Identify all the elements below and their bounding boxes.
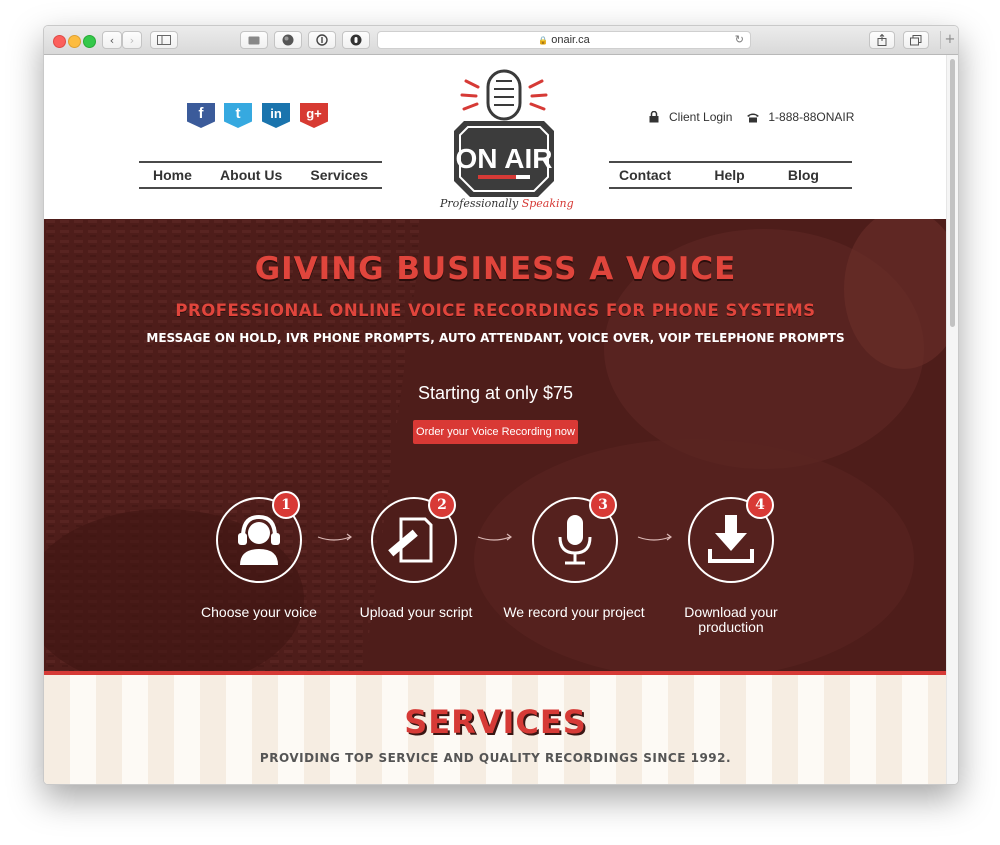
nav-about-us[interactable]: About Us bbox=[220, 167, 282, 183]
reader-extension-button[interactable] bbox=[240, 31, 268, 49]
arrow-icon bbox=[317, 533, 352, 541]
services-title: SERVICES bbox=[404, 703, 587, 741]
sidebar-toggle-button[interactable] bbox=[150, 31, 178, 49]
tabs-icon bbox=[910, 34, 922, 45]
logo-text: ON AIR bbox=[456, 143, 553, 174]
keyboard-icon bbox=[248, 36, 260, 44]
hero-section: GIVING BUSINESS A VOICE PROFESSIONAL ONL… bbox=[44, 219, 947, 672]
nav-left: Home About Us Services bbox=[139, 161, 382, 189]
nav-home[interactable]: Home bbox=[153, 167, 192, 183]
services-tagline: PROVIDING TOP SERVICE AND QUALITY RECORD… bbox=[259, 751, 732, 765]
forward-button[interactable]: › bbox=[122, 31, 142, 49]
price-text: Starting at only $75 bbox=[417, 383, 574, 403]
globe-icon bbox=[282, 34, 294, 46]
step-2-badge: 2 bbox=[428, 491, 456, 519]
phone-number[interactable]: 1-888-88ONAIR bbox=[768, 110, 854, 124]
services-section: SERVICES PROVIDING TOP SERVICE AND QUALI… bbox=[44, 675, 947, 784]
step-3-badge: 3 bbox=[589, 491, 617, 519]
arrow-icon bbox=[477, 533, 512, 541]
nav-services[interactable]: Services bbox=[310, 167, 368, 183]
scrollbar-thumb[interactable] bbox=[950, 59, 955, 327]
facebook-icon[interactable]: f bbox=[187, 103, 215, 128]
client-login-link[interactable]: Client Login bbox=[669, 110, 732, 124]
share-icon bbox=[877, 34, 887, 46]
back-button[interactable]: ‹ bbox=[102, 31, 122, 49]
hero-subheadline: PROFESSIONAL ONLINE VOICE RECORDINGS FOR… bbox=[175, 301, 816, 320]
header-contact: Client Login 1-888-88ONAIR bbox=[649, 110, 854, 124]
nav-blog[interactable]: Blog bbox=[788, 167, 819, 183]
step-4-badge: 4 bbox=[746, 491, 774, 519]
microphone-logo-icon: ON AIR bbox=[454, 69, 554, 197]
webpage: f t in g+ Home About Us Services Contact He… bbox=[44, 55, 947, 784]
page-scrollbar[interactable] bbox=[946, 55, 958, 784]
extension-button-3[interactable] bbox=[342, 31, 370, 49]
nav-contact[interactable]: Contact bbox=[619, 167, 671, 183]
logo-tagline: Professionally Speaking bbox=[440, 197, 574, 210]
lock-icon: 🔒 bbox=[538, 36, 549, 45]
step-1-badge: 1 bbox=[272, 491, 300, 519]
step-4-label: Download your production bbox=[684, 604, 778, 635]
browser-window: ‹ › 🔒 onair.ca ↻ + f t in g+ Home About … bbox=[43, 25, 959, 785]
twitter-icon[interactable]: t bbox=[224, 103, 252, 128]
sidebar-icon bbox=[157, 35, 171, 45]
onair-logo[interactable]: ON AIR Professionally Speaking bbox=[440, 69, 574, 210]
minimize-window-button[interactable] bbox=[68, 35, 81, 48]
chevron-left-icon: ‹ bbox=[109, 33, 115, 47]
share-button[interactable] bbox=[869, 31, 895, 49]
extension-button-2[interactable] bbox=[308, 31, 336, 49]
plus-icon: + bbox=[944, 32, 956, 47]
nav-right: Contact Help Blog bbox=[609, 161, 852, 189]
google-plus-icon[interactable]: g+ bbox=[300, 103, 328, 128]
zoom-window-button[interactable] bbox=[83, 35, 96, 48]
hero-services-line: MESSAGE ON HOLD, IVR PHONE PROMPTS, AUTO… bbox=[146, 331, 845, 345]
nav-help[interactable]: Help bbox=[714, 167, 744, 183]
chevron-right-icon: › bbox=[129, 33, 135, 47]
ghost-icon bbox=[350, 34, 362, 46]
tabs-overview-button[interactable] bbox=[903, 31, 929, 49]
lock-icon bbox=[649, 111, 659, 123]
linkedin-icon[interactable]: in bbox=[262, 103, 290, 128]
hero-headline: GIVING BUSINESS A VOICE bbox=[254, 251, 737, 287]
address-url: 🔒 onair.ca bbox=[538, 34, 590, 46]
step-1-label: Choose your voice bbox=[201, 604, 317, 620]
info-icon bbox=[316, 34, 328, 46]
phone-icon bbox=[747, 113, 760, 122]
browser-toolbar: ‹ › 🔒 onair.ca ↻ + bbox=[44, 26, 958, 55]
step-3-label: We record your project bbox=[503, 604, 645, 620]
extension-button-1[interactable] bbox=[274, 31, 302, 49]
new-tab-button[interactable]: + bbox=[940, 31, 958, 49]
order-recording-button[interactable]: Order your Voice Recording now bbox=[413, 420, 578, 444]
step-2-label: Upload your script bbox=[359, 604, 473, 620]
address-bar[interactable]: 🔒 onair.ca ↻ bbox=[377, 31, 751, 49]
close-window-button[interactable] bbox=[53, 35, 66, 48]
arrow-icon bbox=[637, 533, 672, 541]
reload-icon[interactable]: ↻ bbox=[735, 33, 744, 46]
